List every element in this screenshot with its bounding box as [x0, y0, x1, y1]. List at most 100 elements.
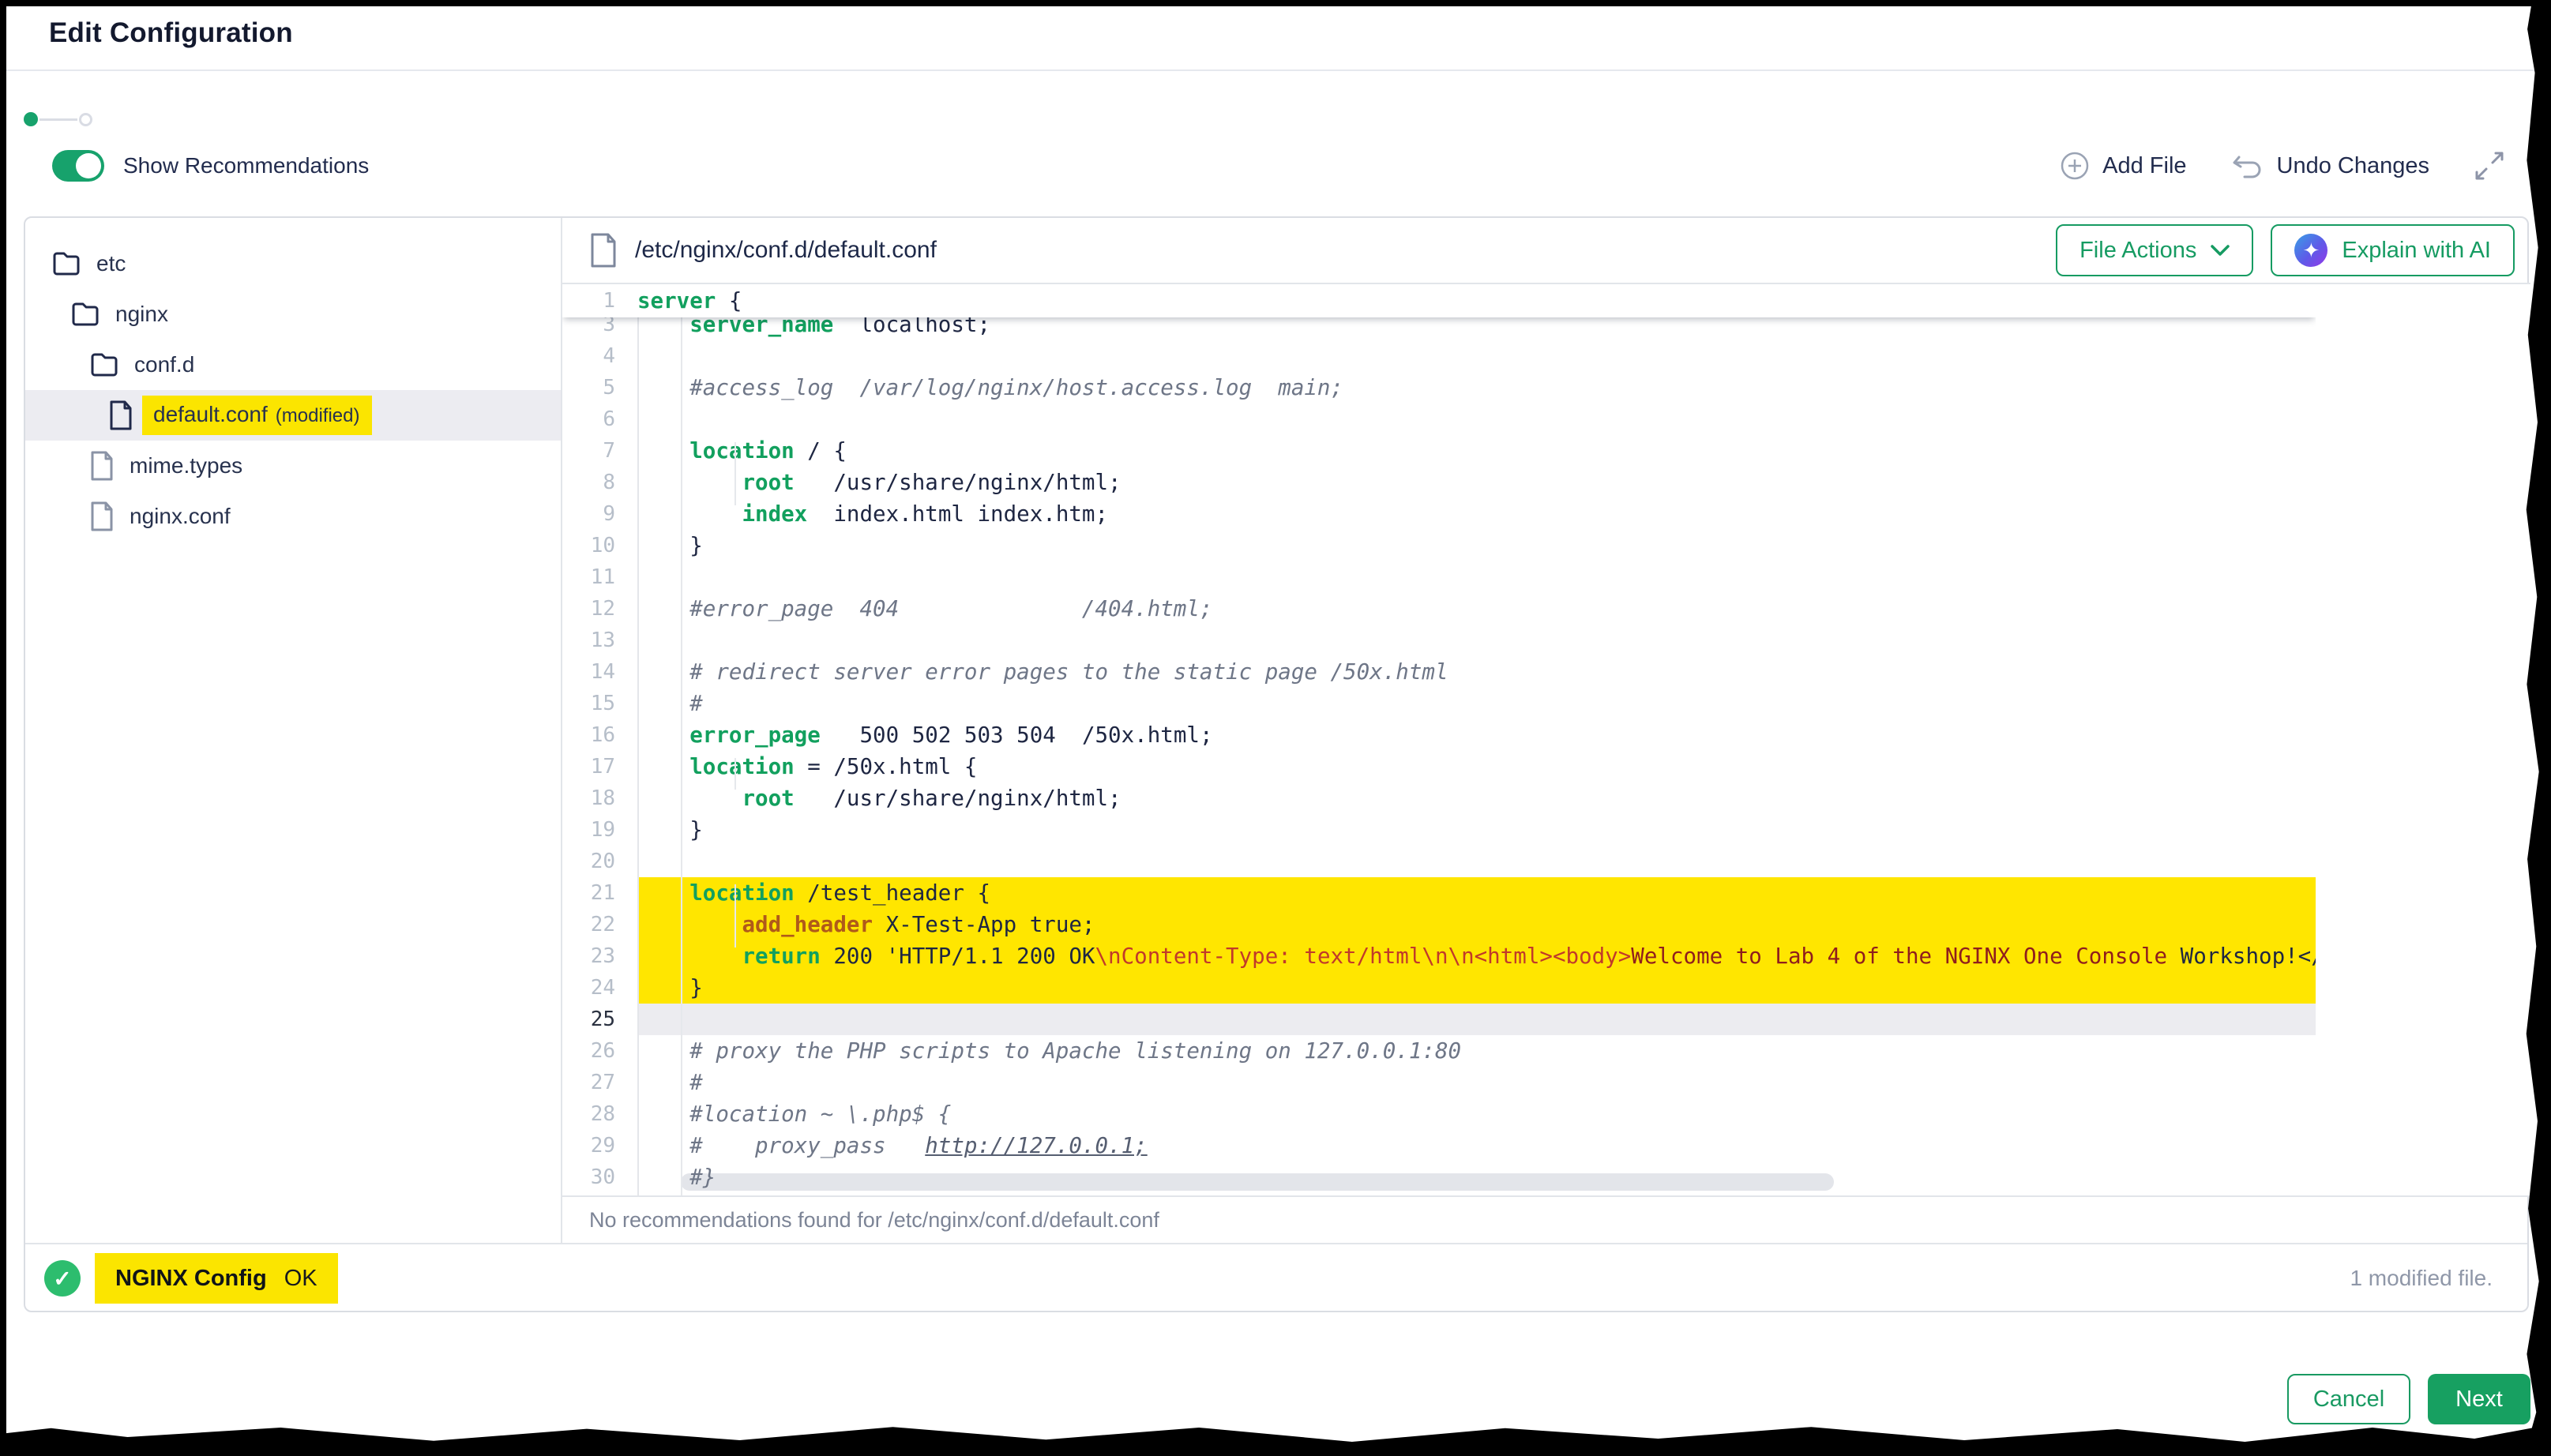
code-line-16[interactable]: 16 error_page 500 502 503 504 /50x.html;	[562, 719, 2316, 751]
tree-item-default.conf[interactable]: default.conf(modified)	[25, 390, 561, 441]
explain-with-ai-button[interactable]: ✦ Explain with AI	[2271, 224, 2515, 276]
line-number: 6	[562, 407, 637, 431]
code-token: 500 502 503 504 /50x.html;	[821, 722, 1213, 748]
code-line-content: error_page 500 502 503 504 /50x.html;	[637, 719, 2316, 751]
line-number: 30	[562, 1165, 637, 1189]
show-recommendations-toggle[interactable]	[52, 150, 104, 182]
line-number: 13	[562, 629, 637, 652]
code-line-6[interactable]: 6	[562, 403, 2316, 435]
wizard-stepper	[24, 112, 92, 126]
line-number: 19	[562, 818, 637, 842]
modified-files-count: 1 modified file.	[2350, 1266, 2493, 1291]
code-line-14[interactable]: 14 # redirect server error pages to the …	[562, 656, 2316, 688]
undo-changes-label: Undo Changes	[2277, 153, 2429, 179]
expand-fullscreen-button[interactable]	[2474, 150, 2505, 182]
line-number: 11	[562, 565, 637, 589]
step-connector-line	[39, 118, 77, 121]
folder-icon	[90, 352, 118, 377]
code-line-13[interactable]: 13	[562, 625, 2316, 656]
status-label: NGINX Config	[115, 1266, 267, 1292]
code-line-12[interactable]: 12 #error_page 404 /404.html;	[562, 593, 2316, 625]
code-token: = /50x.html {	[795, 754, 978, 779]
code-line-5[interactable]: 5 #access_log /var/log/nginx/host.access…	[562, 372, 2316, 403]
line-number: 10	[562, 534, 637, 557]
status-bar: ✓ NGINX Config OK 1 modified file.	[25, 1243, 2527, 1312]
code-line-content: root /usr/share/nginx/html;	[637, 782, 2316, 814]
code-token: }	[637, 817, 703, 842]
code-line-24[interactable]: 24 }	[562, 972, 2316, 1004]
folder-icon	[52, 251, 81, 276]
code-line-content: location /test_header {	[637, 877, 2316, 909]
line-number: 29	[562, 1134, 637, 1158]
next-button[interactable]: Next	[2428, 1374, 2530, 1424]
code-line-26[interactable]: 26 # proxy the PHP scripts to Apache lis…	[562, 1035, 2316, 1067]
title-divider	[0, 69, 2551, 71]
tree-item-conf.d[interactable]: conf.d	[25, 340, 561, 390]
code-line-content: #error_page 404 /404.html;	[637, 593, 2316, 625]
top-actions: Add File Undo Changes	[2060, 150, 2505, 182]
code-line-7[interactable]: 7 location / {	[562, 435, 2316, 467]
code-line-10[interactable]: 10 }	[562, 530, 2316, 561]
code-line-content: #	[637, 1067, 2316, 1098]
code-line-22[interactable]: 22 add_header X-Test-App true;	[562, 909, 2316, 940]
code-line-29[interactable]: 29 # proxy_pass http://127.0.0.1;	[562, 1130, 2316, 1161]
code-line-21[interactable]: 21 location /test_header {	[562, 877, 2316, 909]
code-token: return	[742, 944, 820, 969]
file-icon	[90, 501, 114, 531]
code-token: {	[716, 288, 742, 313]
gutter-border	[637, 284, 639, 1195]
expand-icon	[2474, 150, 2505, 182]
undo-changes-button[interactable]: Undo Changes	[2231, 151, 2429, 181]
code-line-content: return 200 'HTTP/1.1 200 OK\nContent-Typ…	[637, 940, 2316, 972]
code-line-30[interactable]: 30 #}	[562, 1161, 2316, 1193]
code-line-11[interactable]: 11	[562, 561, 2316, 593]
code-line-27[interactable]: 27 #	[562, 1067, 2316, 1098]
code-line-19[interactable]: 19 }	[562, 814, 2316, 846]
line-number: 20	[562, 850, 637, 873]
code-token: Workshop!</body>	[2181, 944, 2316, 969]
file-icon	[90, 451, 114, 481]
code-line-1[interactable]: 1server {	[562, 285, 742, 317]
cancel-button[interactable]: Cancel	[2287, 1374, 2410, 1424]
code-line-23[interactable]: 23 return 200 'HTTP/1.1 200 OK\nContent-…	[562, 940, 2316, 972]
page-title: Edit Configuration	[49, 17, 293, 49]
code-line-content	[637, 403, 2316, 435]
line-number: 4	[562, 344, 637, 368]
code-line-28[interactable]: 28 #location ~ \.php$ {	[562, 1098, 2316, 1130]
add-file-button[interactable]: Add File	[2060, 151, 2186, 181]
code-line-9[interactable]: 9 index index.html index.htm;	[562, 498, 2316, 530]
screenshot-edge	[0, 0, 6, 1450]
code-token: /usr/share/nginx/html;	[795, 786, 1121, 811]
code-token	[637, 912, 742, 937]
tree-item-nginx[interactable]: nginx	[25, 289, 561, 340]
step-1-dot-active	[24, 112, 38, 126]
code-editor[interactable]: 3 server_name localhost;45 #access_log /…	[562, 284, 2530, 1195]
file-actions-button[interactable]: File Actions	[2056, 224, 2253, 276]
tree-item-mime.types[interactable]: mime.types	[25, 441, 561, 491]
folder-icon	[71, 302, 100, 327]
code-line-content: # proxy_pass http://127.0.0.1;	[637, 1130, 2316, 1161]
tree-item-nginx.conf[interactable]: nginx.conf	[25, 491, 561, 542]
line-number: 14	[562, 660, 637, 684]
code-line-25[interactable]: 25	[562, 1004, 2316, 1035]
code-token	[637, 944, 742, 969]
code-line-content: #}	[637, 1161, 2316, 1193]
edit-configuration-dialog: Edit Configuration Show Recommendations …	[0, 0, 2551, 1456]
code-line-20[interactable]: 20	[562, 846, 2316, 877]
indent-guide	[681, 316, 682, 1195]
tree-item-etc[interactable]: etc	[25, 238, 561, 289]
code-line-4[interactable]: 4	[562, 340, 2316, 372]
code-token: # redirect server error pages to the sta…	[637, 659, 1448, 685]
code-token: /usr/share/nginx/html;	[795, 470, 1121, 495]
recommendations-bar: No recommendations found for /etc/nginx/…	[562, 1195, 2530, 1243]
code-line-content: root /usr/share/nginx/html;	[637, 467, 2316, 498]
code-line-17[interactable]: 17 location = /50x.html {	[562, 751, 2316, 782]
code-token	[637, 786, 742, 811]
code-token: Welcome to Lab 4 of the NGINX One Consol…	[1631, 944, 2180, 969]
indent-guide	[734, 758, 736, 790]
code-line-15[interactable]: 15 #	[562, 688, 2316, 719]
code-line-18[interactable]: 18 root /usr/share/nginx/html;	[562, 782, 2316, 814]
code-line-8[interactable]: 8 root /usr/share/nginx/html;	[562, 467, 2316, 498]
code-line-content: #location ~ \.php$ {	[637, 1098, 2316, 1130]
code-line-content	[637, 625, 2316, 656]
